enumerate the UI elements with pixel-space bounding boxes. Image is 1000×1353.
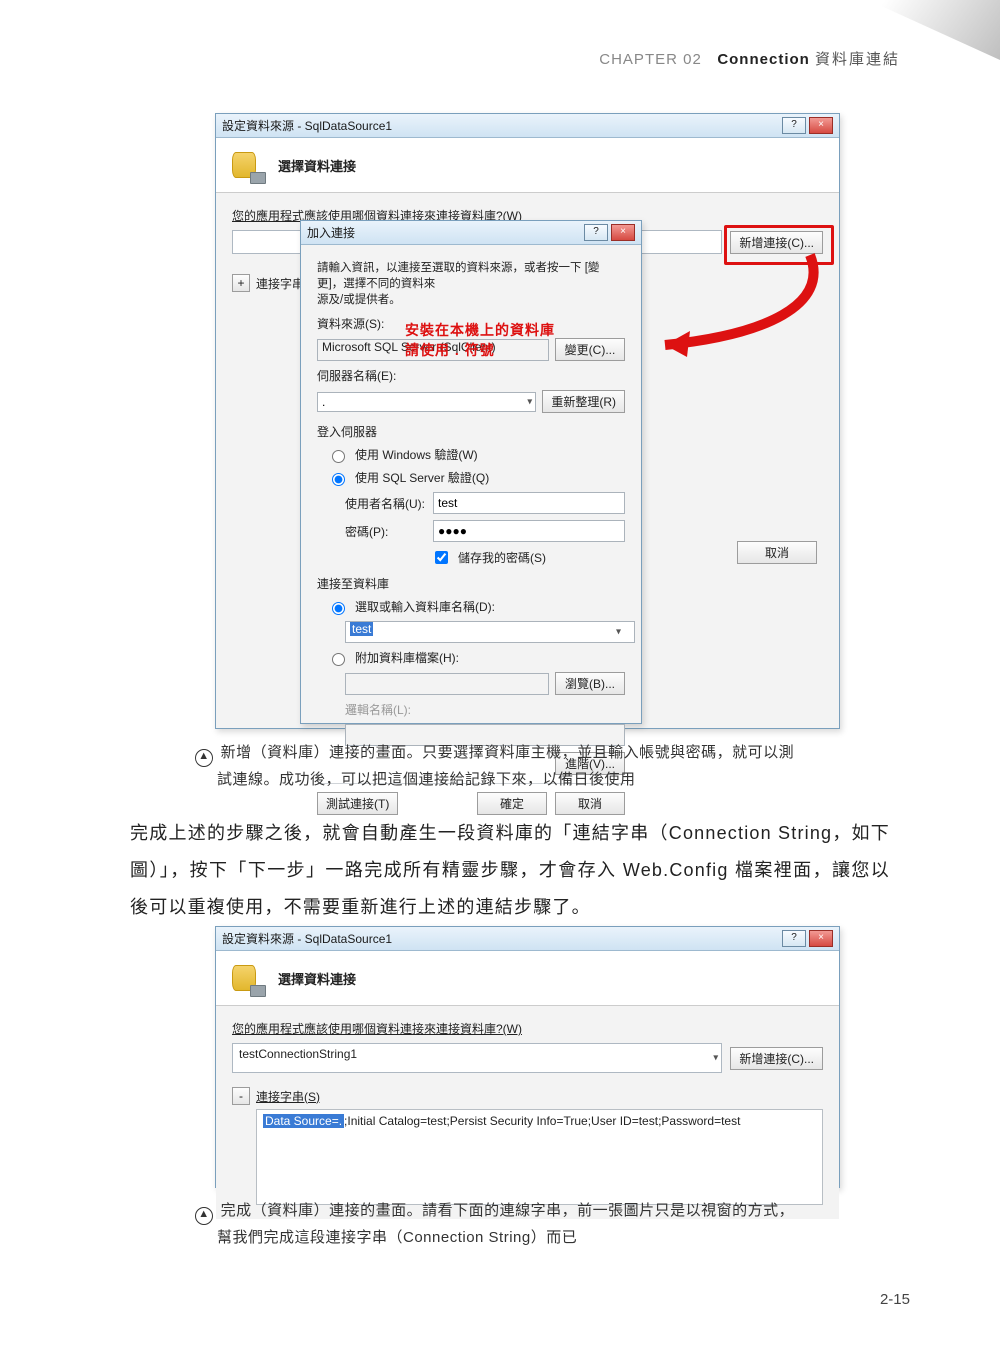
save-password-checkbox[interactable] (435, 551, 448, 564)
username-input[interactable] (433, 492, 625, 514)
login-group-label: 登入伺服器 (317, 423, 625, 440)
attach-file-input (345, 673, 549, 695)
help-icon[interactable]: ? (782, 930, 806, 947)
wizard-header-text-a: 選擇資料連接 (278, 156, 356, 175)
chapter-prefix: CHAPTER 02 (599, 51, 702, 68)
windows-auth-radio[interactable] (332, 450, 345, 463)
caption-b: ▲ 完成（資料庫）連接的畫面。請看下面的連線字串，前一張圖片只是以視窗的方式， … (195, 1198, 895, 1251)
wizard-header-a: 選擇資料連接 (216, 138, 839, 193)
database-name-select[interactable]: test (345, 621, 635, 643)
conn-string-prefix: Data Source=. (263, 1114, 344, 1128)
conn-string-label-b: 連接字串(S) (256, 1090, 320, 1104)
windows-auth-label: 使用 Windows 驗證(W) (355, 446, 478, 463)
username-label: 使用者名稱(U): (345, 495, 427, 512)
page-number: 2-15 (880, 1291, 910, 1308)
annotation-dot-symbol: 請使用 . 符號 (405, 340, 495, 360)
collapse-button-b[interactable]: - (232, 1087, 250, 1105)
expand-button-a[interactable]: + (232, 274, 250, 292)
logical-name-label: 邏輯名稱(L): (345, 701, 411, 718)
refresh-button[interactable]: 重新整理(R) (542, 390, 625, 413)
ok-button[interactable]: 確定 (477, 792, 547, 815)
wizard-cancel-button-a[interactable]: 取消 (737, 541, 817, 564)
wizard-title-a: 設定資料來源 - SqlDataSource1 (222, 117, 392, 134)
add-conn-intro1: 請輸入資訊，以連接至選取的資料來源，或者按一下 [變更]，選擇不同的資料來 (317, 259, 625, 291)
add-conn-intro2: 源及/或提供者。 (317, 291, 625, 307)
caption-marker-icon: ▲ (195, 749, 213, 767)
wizard-window-b: 設定資料來源 - SqlDataSource1 ? × 選擇資料連接 您的應用程… (215, 926, 840, 1188)
help-icon[interactable]: ? (584, 224, 608, 241)
wizard-header-text-b: 選擇資料連接 (278, 969, 356, 988)
select-db-label: 選取或輸入資料庫名稱(D): (355, 598, 495, 615)
caption-b-line1: 完成（資料庫）連接的畫面。請看下面的連線字串，前一張圖片只是以視窗的方式， (221, 1202, 795, 1219)
annotation-local-db: 安裝在本機上的資料庫 (405, 320, 555, 340)
chapter-heading: CHAPTER 02 Connection 資料庫連結 (599, 48, 900, 69)
body-paragraph: 完成上述的步驟之後，就會自動產生一段資料庫的「連結字串（Connection S… (130, 815, 890, 926)
password-input[interactable] (433, 520, 625, 542)
help-icon[interactable]: ? (782, 117, 806, 134)
server-label: 伺服器名稱(E): (317, 367, 399, 384)
add-conn-title: 加入連接 (307, 224, 355, 241)
attach-db-label: 附加資料庫檔案(H): (355, 649, 459, 666)
sql-auth-label: 使用 SQL Server 驗證(Q) (355, 469, 489, 486)
wizard-titlebar-b: 設定資料來源 - SqlDataSource1 ? × (216, 927, 839, 951)
wizard-prompt-b: 您的應用程式應該使用哪個資料連接來連接資料庫?(W) (232, 1020, 823, 1037)
database-icon (230, 961, 264, 995)
save-password-label: 儲存我的密碼(S) (458, 549, 546, 566)
connection-string-box[interactable]: Data Source=.;Initial Catalog=test;Persi… (256, 1109, 823, 1205)
database-icon (230, 148, 264, 182)
close-icon[interactable]: × (809, 930, 833, 947)
caption-a: ▲ 新增（資料庫）連接的畫面。只要選擇資料庫主機，並且輸入帳號與密碼，就可以測 … (195, 740, 895, 793)
caption-b-line2: 幫我們完成這段連接字串（Connection String）而已 (217, 1225, 577, 1251)
caption-a-line1: 新增（資料庫）連接的畫面。只要選擇資料庫主機，並且輸入帳號與密碼，就可以測 (221, 744, 795, 761)
attach-db-radio[interactable] (332, 653, 345, 666)
cancel-button[interactable]: 取消 (555, 792, 625, 815)
sql-auth-radio[interactable] (332, 473, 345, 486)
conn-string-rest: ;Initial Catalog=test;Persist Security I… (344, 1114, 740, 1128)
connect-db-group-label: 連接至資料庫 (317, 575, 625, 592)
close-icon[interactable]: × (611, 224, 635, 241)
chapter-title: Connection (717, 51, 810, 68)
wizard-header-b: 選擇資料連接 (216, 951, 839, 1006)
chapter-zh: 資料庫連結 (815, 51, 900, 68)
wizard-titlebar-a: 設定資料來源 - SqlDataSource1 ? × (216, 114, 839, 138)
change-button[interactable]: 變更(C)... (555, 338, 625, 361)
new-connection-button-b[interactable]: 新增連接(C)... (730, 1047, 823, 1070)
add-conn-titlebar: 加入連接 ? × (301, 221, 641, 245)
connection-selector-b[interactable]: testConnectionString1 (232, 1043, 722, 1073)
close-icon[interactable]: × (809, 117, 833, 134)
password-label: 密碼(P): (345, 523, 427, 540)
caption-marker-icon: ▲ (195, 1207, 213, 1225)
server-name-input[interactable] (317, 392, 536, 412)
add-connection-dialog: 加入連接 ? × 請輸入資訊，以連接至選取的資料來源，或者按一下 [變更]，選擇… (300, 220, 642, 724)
browse-button[interactable]: 瀏覽(B)... (555, 672, 625, 695)
select-db-radio[interactable] (332, 602, 345, 615)
test-connection-button[interactable]: 測試連接(T) (317, 792, 398, 815)
database-name-value: test (350, 622, 373, 636)
wizard-title-b: 設定資料來源 - SqlDataSource1 (222, 930, 392, 947)
caption-a-line2: 試連線。成功後，可以把這個連接給記錄下來，以備日後使用 (217, 767, 636, 793)
